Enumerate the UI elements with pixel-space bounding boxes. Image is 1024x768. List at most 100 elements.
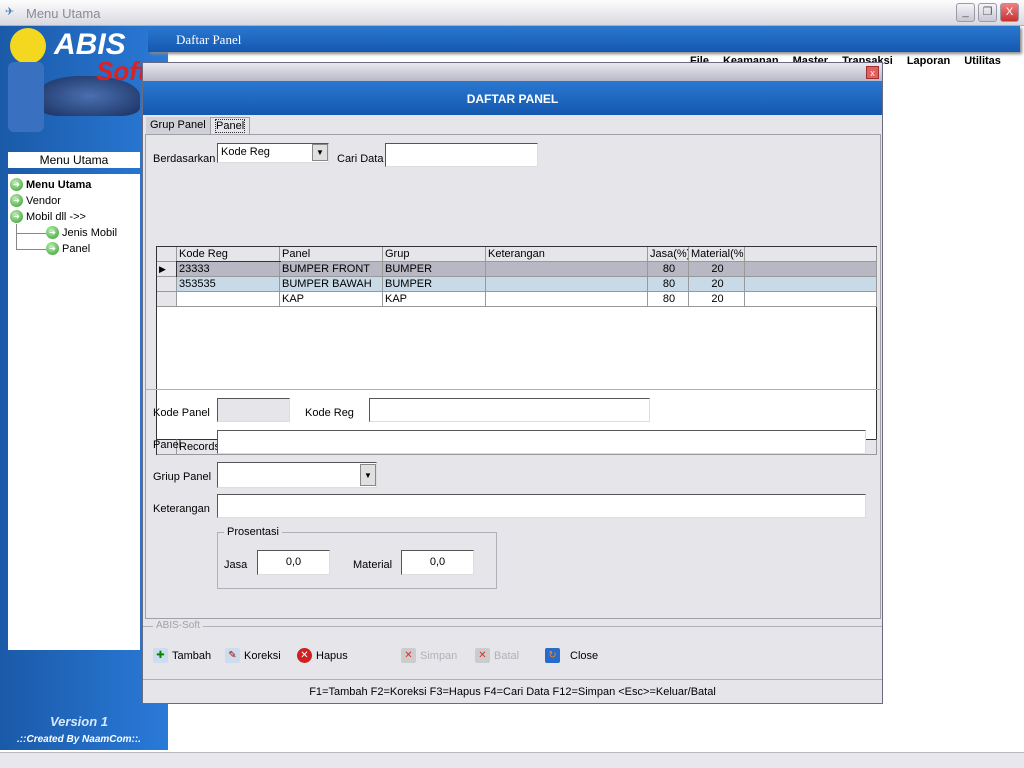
group-label: ABIS-Soft [153, 620, 203, 631]
logo-text-2: Soft [96, 56, 142, 86]
column-header[interactable]: Grup [383, 247, 486, 262]
batal-label: Batal [494, 649, 520, 662]
hapus-label: Hapus [316, 649, 348, 662]
koreksi-button[interactable]: ✎ Koreksi [225, 648, 281, 663]
divider [146, 389, 880, 390]
tree-label: Menu Utama [26, 178, 92, 191]
menu-utilitas[interactable]: Utilitas [964, 55, 1001, 67]
tree-item-vendor[interactable]: ➜ Vendor [10, 194, 61, 207]
grup-panel-select[interactable] [217, 462, 377, 488]
simpan-button[interactable]: ✕ Simpan [401, 648, 457, 663]
prosentasi-label: Prosentasi [224, 526, 282, 538]
grid-cell-filler [745, 262, 877, 277]
tree-label: Vendor [26, 194, 61, 207]
tree-item-menu-utama[interactable]: ➜ Menu Utama [10, 178, 91, 191]
arrow-icon: ➜ [10, 210, 23, 223]
grid-cell[interactable]: 353535 [177, 277, 280, 292]
tambah-button[interactable]: ✚ Tambah [153, 648, 211, 663]
cari-data-input[interactable] [385, 143, 538, 167]
column-header[interactable]: Panel [280, 247, 383, 262]
dialog-titlebar[interactable] [143, 63, 882, 81]
tree-line [16, 233, 46, 234]
keterangan-input[interactable] [217, 494, 866, 518]
grid-cell[interactable]: 80 [648, 262, 689, 277]
column-header[interactable]: Material(%) [689, 247, 745, 262]
grid-cell[interactable] [486, 277, 648, 292]
tree-label: Jenis Mobil [62, 226, 118, 239]
jasa-input[interactable]: 0,0 [257, 550, 330, 575]
window-title: Menu Utama [26, 6, 101, 21]
grid-cell[interactable]: KAP [383, 292, 486, 307]
tab-pane-panel: Berdasarkan Kode Reg ▼ Cari Data Kode Re… [145, 134, 881, 619]
data-grid: Kode Reg Panel Grup Keterangan Jasa(%) Materi… [156, 246, 877, 455]
grid-cell[interactable]: BUMPER FRONT [280, 262, 383, 277]
kode-reg-input[interactable] [369, 398, 650, 422]
grid-cell[interactable]: 20 [689, 262, 745, 277]
column-header[interactable]: Kode Reg [177, 247, 280, 262]
arrow-icon: ➜ [10, 194, 23, 207]
material-input[interactable]: 0,0 [401, 550, 474, 575]
dialog-heading: DAFTAR PANEL [143, 81, 882, 115]
grid-cell[interactable] [486, 292, 648, 307]
content-header: Daftar Panel [148, 26, 1020, 52]
grid-corner [157, 247, 177, 262]
kode-panel-input[interactable] [217, 398, 290, 422]
material-label: Material [353, 559, 393, 571]
sidebar-header: Menu Utama [8, 152, 140, 168]
column-header[interactable]: Jasa(%) [648, 247, 689, 262]
button-group-border [143, 626, 882, 627]
close-dialog-button[interactable]: ↻ Close [545, 648, 598, 663]
kode-reg-label: Kode Reg [305, 407, 354, 419]
grid-cell-filler [745, 277, 877, 292]
keterangan-label: Keterangan [153, 503, 210, 515]
column-header[interactable]: Keterangan [486, 247, 648, 262]
tab-grup-panel[interactable]: Grup Panel [146, 117, 210, 135]
close-button[interactable]: X [1000, 3, 1019, 22]
grid-cell[interactable] [177, 292, 280, 307]
cancel-disabled-icon: ✕ [475, 648, 490, 663]
tab-panel[interactable]: Panel [210, 117, 251, 135]
tree-item-panel[interactable]: ➜ Panel [46, 242, 90, 255]
exit-icon: ↻ [545, 648, 560, 663]
panel-label: Panel [153, 439, 182, 451]
grid-cell[interactable]: 20 [689, 292, 745, 307]
arrow-icon: ➜ [46, 226, 59, 239]
status-bar [0, 752, 1024, 768]
chevron-down-icon[interactable]: ▼ [312, 144, 328, 161]
jasa-label: Jasa [224, 559, 248, 571]
grid-cell[interactable]: 80 [648, 292, 689, 307]
hapus-button[interactable]: ✕ Hapus [297, 648, 348, 663]
grid-cell[interactable] [486, 262, 648, 277]
chevron-down-icon[interactable]: ▼ [360, 464, 376, 486]
grid-cell[interactable]: BUMPER [383, 262, 486, 277]
cari-data-label: Cari Data [337, 153, 384, 165]
menu-laporan[interactable]: Laporan [907, 55, 950, 67]
simpan-label: Simpan [420, 649, 458, 662]
grid-cell[interactable]: 23333 [176, 261, 281, 278]
tree-item-jenis-mobil[interactable]: ➜ Jenis Mobil [46, 226, 117, 239]
window-titlebar: ✈ Menu Utama _ ❐ X [0, 0, 1024, 26]
grid-cell[interactable]: KAP [280, 292, 383, 307]
save-disabled-icon: ✕ [401, 648, 416, 663]
book-add-icon: ✚ [153, 648, 168, 663]
grid-cell-filler [745, 292, 877, 307]
grid-cell[interactable]: 80 [648, 277, 689, 292]
row-header[interactable]: ▶ [157, 262, 177, 277]
tree-label: Mobil dll ->> [26, 210, 86, 223]
row-header[interactable] [157, 277, 177, 292]
tree-label: Panel [62, 242, 91, 255]
grid-cell[interactable]: BUMPER [383, 277, 486, 292]
grid-cell[interactable]: 20 [689, 277, 745, 292]
batal-button[interactable]: ✕ Batal [475, 648, 519, 663]
tambah-label: Tambah [172, 649, 212, 662]
maximize-button[interactable]: ❐ [978, 3, 997, 22]
grid-cell[interactable]: BUMPER BAWAH [280, 277, 383, 292]
row-header[interactable] [157, 292, 177, 307]
dialog-close-button[interactable]: x [866, 66, 879, 79]
tree-line [16, 224, 46, 250]
tree-item-mobil[interactable]: ➜ Mobil dll ->> [10, 210, 86, 223]
shortcut-bar: F1=Tambah F2=Koreksi F3=Hapus F4=Cari Da… [143, 679, 882, 703]
column-header-filler [745, 247, 877, 262]
minimize-button[interactable]: _ [956, 3, 975, 22]
panel-input[interactable] [217, 430, 866, 454]
